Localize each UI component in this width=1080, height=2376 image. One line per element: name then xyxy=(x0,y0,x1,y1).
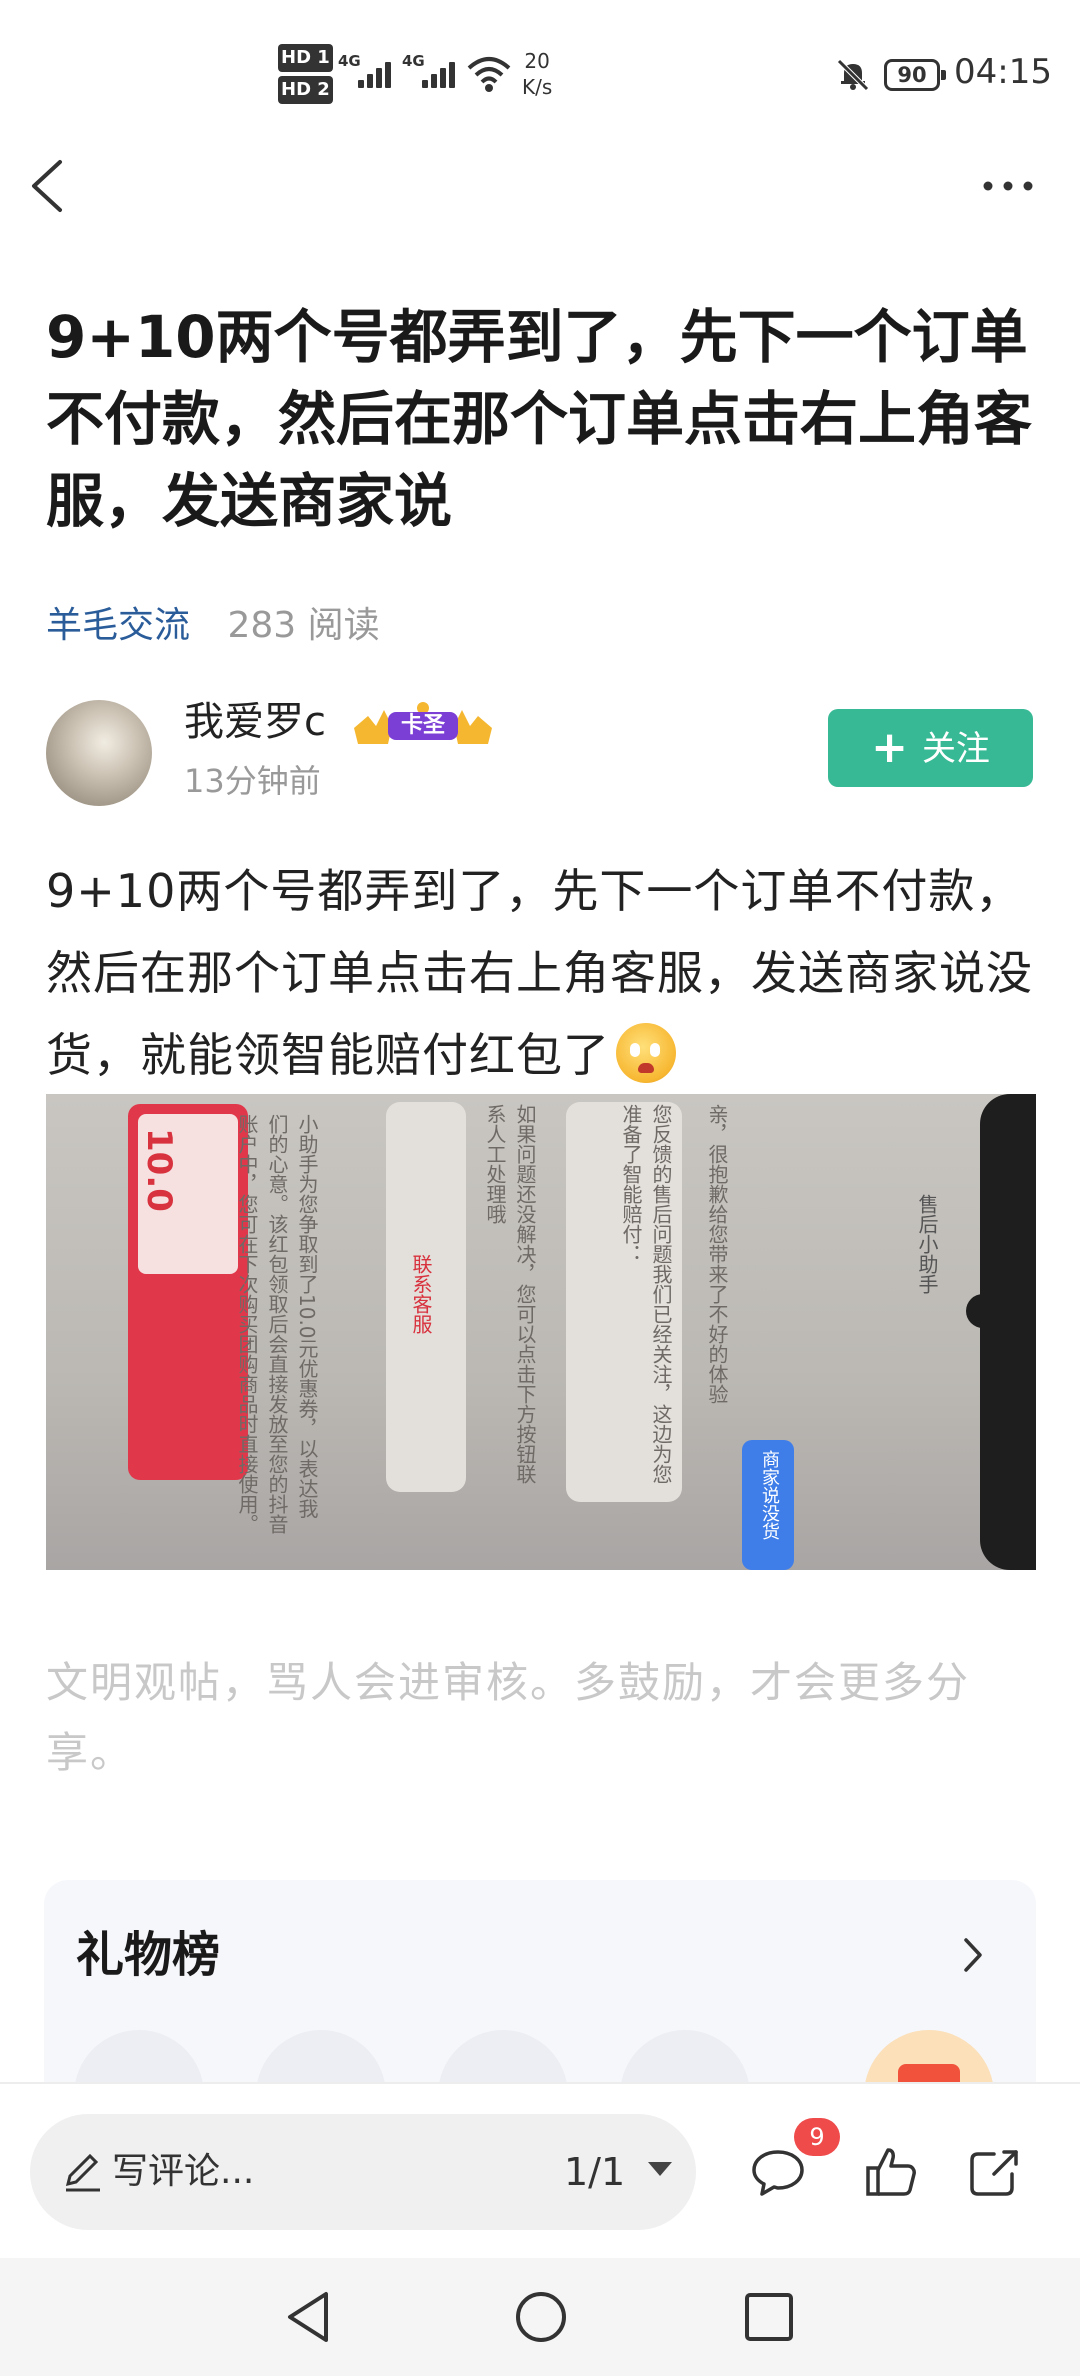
follow-button[interactable]: + 关注 xyxy=(828,709,1033,787)
post-body-text: 9+10两个号都弄到了，先下一个订单不付款，然后在那个订单点击右上角客服，发送商… xyxy=(46,864,1033,1082)
system-recents-icon[interactable] xyxy=(734,2282,804,2352)
net2-label: 4G xyxy=(402,52,425,70)
pencil-icon xyxy=(65,2153,100,2192)
photo-text-line4: 小助手为您争取到了10.0元优惠券，以表达我们的心意。该红包领取后会直接发放至您… xyxy=(235,1114,319,1534)
photo-service-btn: 联系客服 xyxy=(409,1254,433,1334)
wifi-icon xyxy=(467,57,511,92)
plus-icon: + xyxy=(871,722,908,773)
badge-label: 卡圣 xyxy=(388,712,458,740)
read-count: 283 阅读 xyxy=(227,605,380,646)
comment-count-badge: 9 xyxy=(794,2118,840,2156)
category-link[interactable]: 羊毛交流 xyxy=(46,605,190,646)
photo-text-line3: 如果问题还没解决，您可以点击下方按钮联系人工处理哦 xyxy=(483,1104,537,1484)
author-name[interactable]: 我爱罗c xyxy=(184,694,326,750)
photo-text-line1: 亲，很抱歉给您带来了不好的体验 xyxy=(705,1104,729,1404)
clock: 04:15 xyxy=(954,52,1052,92)
photo-assistant: 售后小助手 xyxy=(915,1194,939,1294)
page-indicator[interactable]: 1/1 xyxy=(564,2142,625,2202)
speed-value: 20 xyxy=(524,49,550,73)
level-badge: 卡圣 xyxy=(348,700,498,754)
speed-unit: K/s xyxy=(522,75,553,99)
drooling-emoji-icon xyxy=(616,1023,676,1083)
post-image[interactable]: 10.0 小助手为您争取到了10.0元优惠券，以表达我们的心意。该红包领取后会直… xyxy=(46,1094,1036,1570)
avatar[interactable] xyxy=(46,700,152,806)
hd-indicator: HD 1 HD 2 xyxy=(278,44,333,108)
photo-phone-edge xyxy=(980,1094,1036,1570)
photo-coupon-amount: 10.0 xyxy=(139,1128,179,1212)
photo-camera-hole xyxy=(966,1294,1000,1328)
bottom-action-bar: 写评论... 1/1 9 xyxy=(0,2082,1080,2258)
caret-down-icon[interactable] xyxy=(648,2162,672,2176)
mute-bell-icon xyxy=(837,59,869,91)
battery-icon: 90 xyxy=(884,59,946,91)
post-title: 9+10两个号都弄到了，先下一个订单不付款，然后在那个订单点击右上角客服，发送商… xyxy=(46,303,1033,535)
network-speed: 20 K/s xyxy=(522,48,552,100)
post-time: 13分钟前 xyxy=(184,762,321,800)
chevron-right-icon[interactable] xyxy=(958,1928,988,1982)
net1-label: 4G xyxy=(338,52,361,70)
post-meta: 羊毛交流 283 阅读 xyxy=(46,598,380,654)
gift-board-title: 礼物榜 xyxy=(76,1927,221,1983)
hd2-label: HD 2 xyxy=(278,76,333,104)
civility-hint: 文明观帖，骂人会进审核。多鼓励，才会更多分享。 xyxy=(46,1658,971,1777)
system-nav-bar xyxy=(0,2258,1080,2376)
status-bar: HD 1 HD 2 4G 4G 20 K/s 90 04:15 xyxy=(0,0,1080,150)
comment-input[interactable]: 写评论... 1/1 xyxy=(30,2114,696,2230)
photo-blue-label: 商家说没货 xyxy=(759,1450,780,1540)
signal-icon-1: 4G xyxy=(338,52,394,92)
post-body: 9+10两个号都弄到了，先下一个订单不付款，然后在那个订单点击右上角客服，发送商… xyxy=(46,850,1036,1096)
signal-icon-2: 4G xyxy=(402,52,458,92)
thumbs-up-icon[interactable] xyxy=(862,2142,922,2202)
share-icon[interactable] xyxy=(964,2142,1024,2202)
system-back-icon[interactable] xyxy=(276,2282,346,2352)
comment-placeholder: 写评论... xyxy=(112,2151,255,2192)
more-dots-icon[interactable] xyxy=(976,168,1040,204)
battery-level: 90 xyxy=(897,63,927,87)
chevron-left-icon[interactable] xyxy=(24,150,72,222)
comment-bubble-icon[interactable] xyxy=(748,2142,808,2202)
follow-label: 关注 xyxy=(921,729,990,769)
system-home-icon[interactable] xyxy=(506,2282,576,2352)
hd1-label: HD 1 xyxy=(278,44,333,72)
photo-text-line2: 您反馈的售后问题我们已经关注，这边为您准备了智能赔付： xyxy=(619,1104,673,1484)
